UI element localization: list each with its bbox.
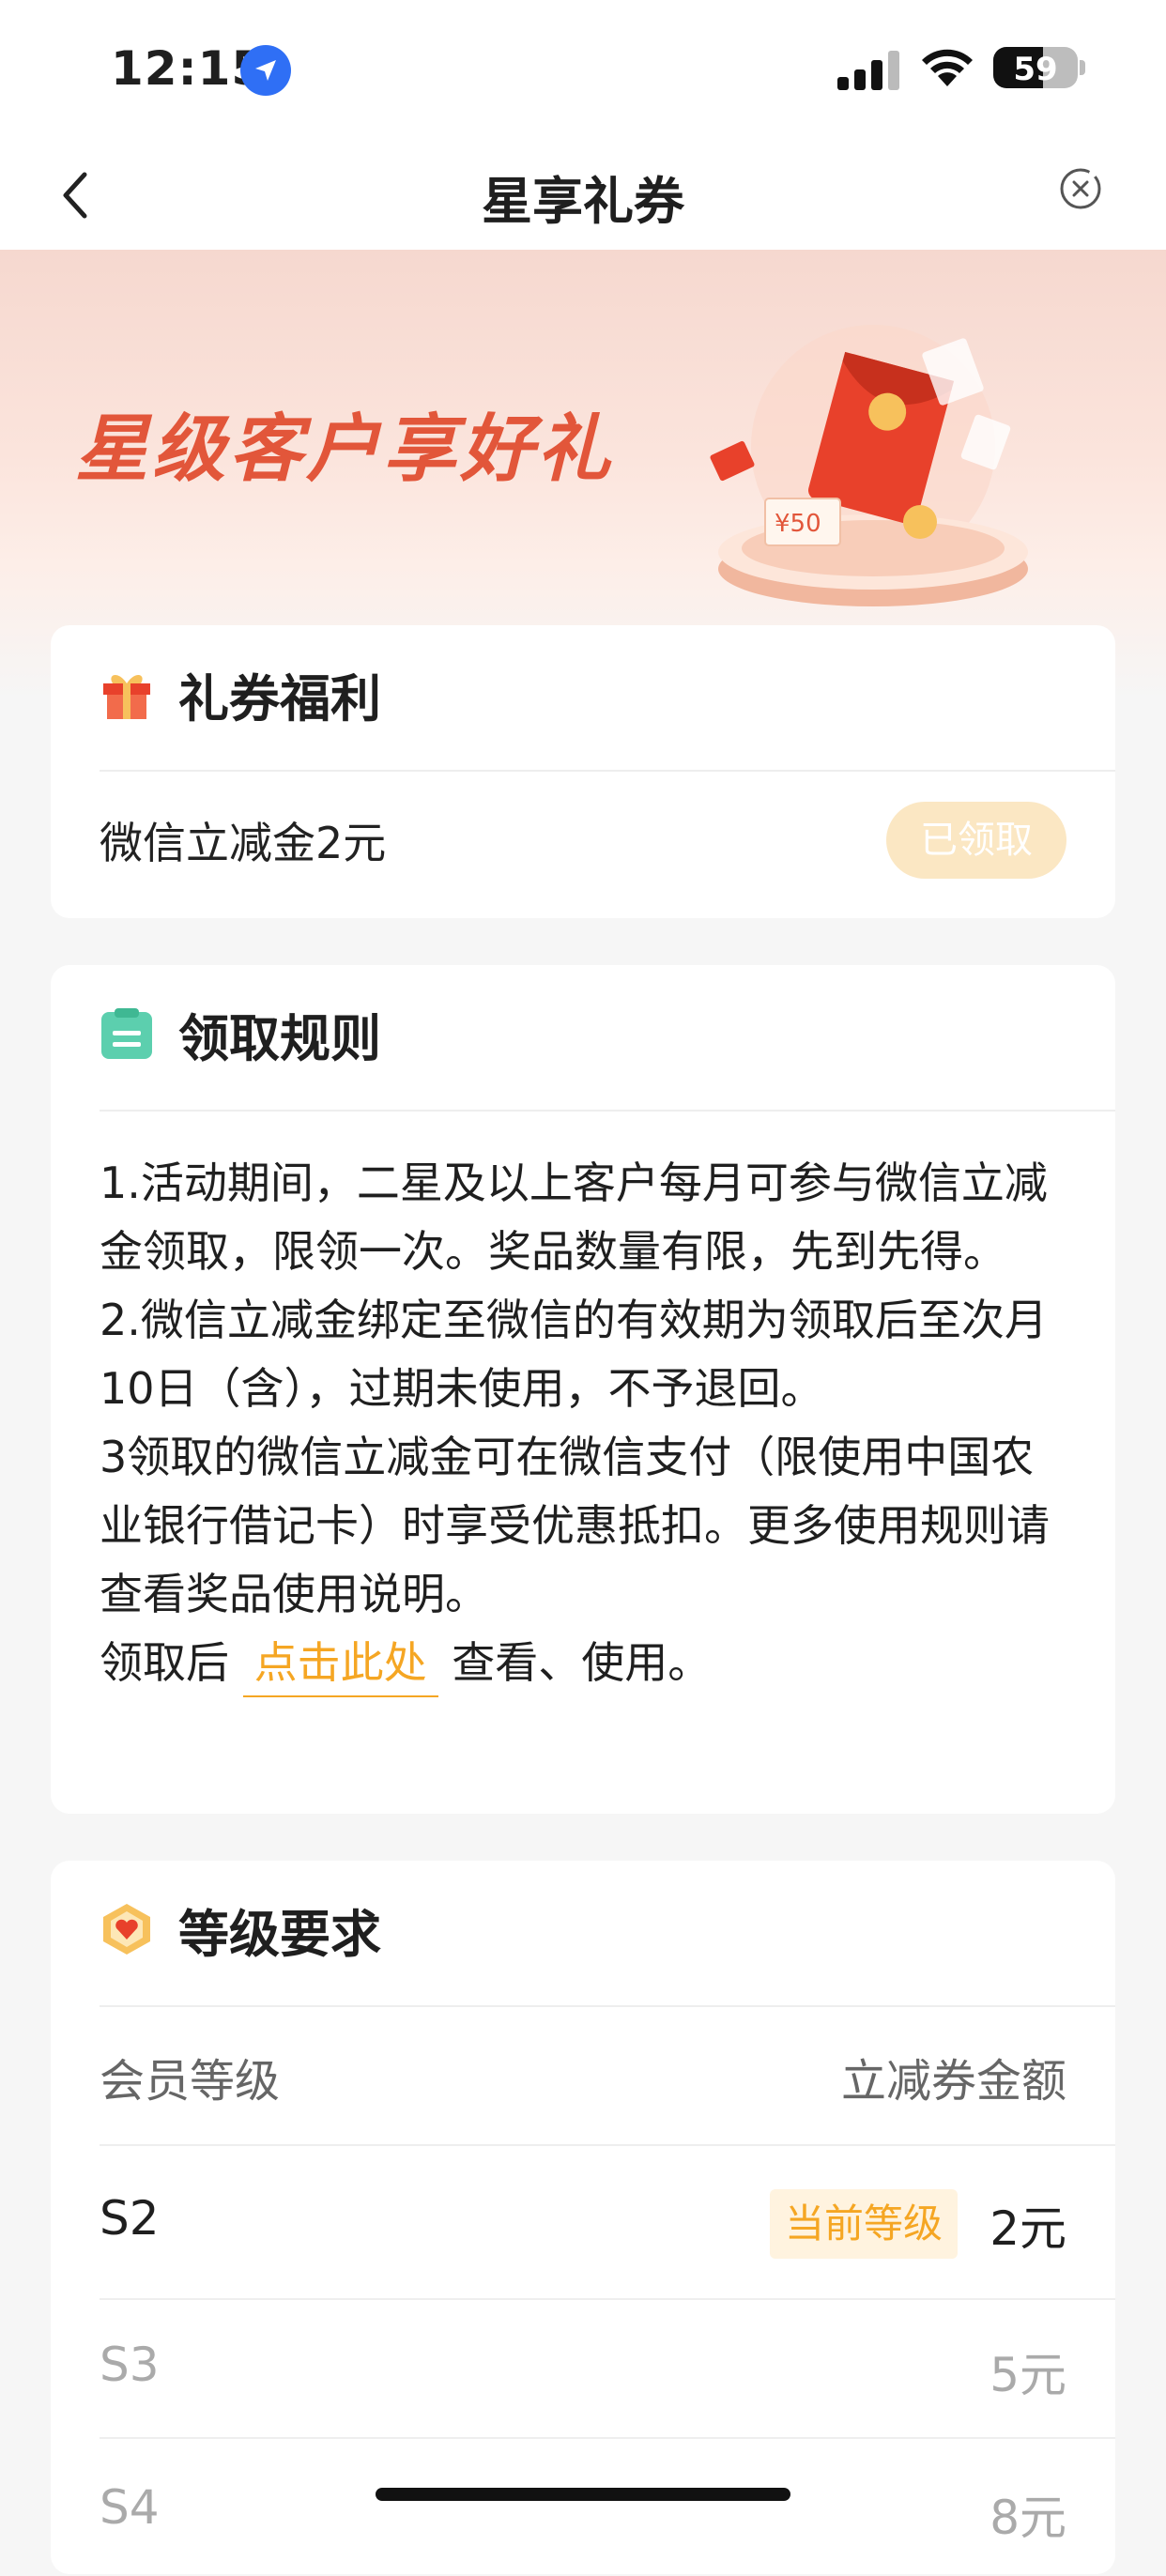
table-row: S2 当前等级 2元 — [100, 2146, 1066, 2287]
close-icon[interactable] — [1057, 165, 1104, 212]
coupon-value: ¥50 — [775, 510, 821, 538]
signal-icon — [837, 51, 899, 90]
table-header: 会员等级 立减券金额 — [100, 2044, 1066, 2109]
level-requirement-card: 等级要求 会员等级 立减券金额 S2 当前等级 2元 S3 5元 S4 8元 — [51, 1861, 1115, 2574]
rule-line-2: 2.微信立减金绑定至微信的有效期为领取后至次月10日（含），过期未使用，不予退回… — [100, 1295, 1048, 1414]
rule-footer-suffix: 查看、使用。 — [452, 1637, 712, 1688]
battery-level: 59 — [1013, 51, 1058, 88]
level-value: S3 — [100, 2338, 160, 2392]
red-envelope-podium-illustration: ¥50 — [710, 325, 1028, 606]
rules-card: 领取规则 1.活动期间，二星及以上客户每月可参与微信立减金领取，限领一次。奖品数… — [51, 965, 1115, 1814]
rule-line-3: 3领取的微信立减金可在微信支付（限使用中国农业银行借记卡）时享受优惠抵扣。更多使… — [100, 1432, 1050, 1619]
click-here-link[interactable]: 点击此处 — [242, 1637, 438, 1697]
amount-value: 2元 — [990, 2201, 1066, 2256]
amount-value: 8元 — [990, 2491, 1066, 2545]
column-member-level: 会员等级 — [100, 2055, 281, 2108]
gift-icon — [103, 674, 150, 719]
current-level-badge: 当前等级 — [769, 2189, 958, 2259]
level-value: S4 — [100, 2480, 160, 2535]
location-icon — [240, 45, 291, 96]
wifi-icon — [922, 49, 973, 86]
rule-footer: 领取后 点击此处 查看、使用。 — [100, 1629, 1066, 1697]
rule-footer-prefix: 领取后 — [100, 1637, 229, 1688]
gift-item-label: 微信立减金2元 — [100, 818, 387, 868]
level-card-header: 等级要求 — [178, 1904, 381, 1964]
gift-benefit-card: 礼券福利 微信立减金2元 已领取 — [51, 625, 1115, 918]
document-icon — [101, 1008, 152, 1059]
status-bar: 12:15 59 — [0, 0, 1166, 141]
rule-line-1: 1.活动期间，二星及以上客户每月可参与微信立减金领取，限领一次。奖品数量有限，先… — [100, 1158, 1048, 1277]
table-row: S3 5元 — [100, 2292, 1066, 2433]
banner-title: 星级客户享好礼 — [75, 407, 615, 492]
claimed-button[interactable]: 已领取 — [886, 802, 1066, 879]
home-indicator[interactable] — [376, 2488, 790, 2501]
nav-bar: 星享礼券 — [0, 141, 1166, 250]
amount-value: 5元 — [990, 2348, 1066, 2402]
rules-text: 1.活动期间，二星及以上客户每月可参与微信立减金领取，限领一次。奖品数量有限，先… — [100, 1149, 1066, 1697]
rules-card-header: 领取规则 — [178, 1008, 381, 1068]
level-badge-icon — [103, 1904, 150, 1955]
page-title: 星享礼券 — [482, 172, 684, 231]
level-value: S2 — [100, 2191, 160, 2246]
column-coupon-amount: 立减券金额 — [840, 2055, 1066, 2108]
table-row: S4 8元 — [100, 2435, 1066, 2576]
gift-card-header: 礼券福利 — [178, 668, 381, 728]
battery-icon: 59 — [993, 47, 1078, 88]
